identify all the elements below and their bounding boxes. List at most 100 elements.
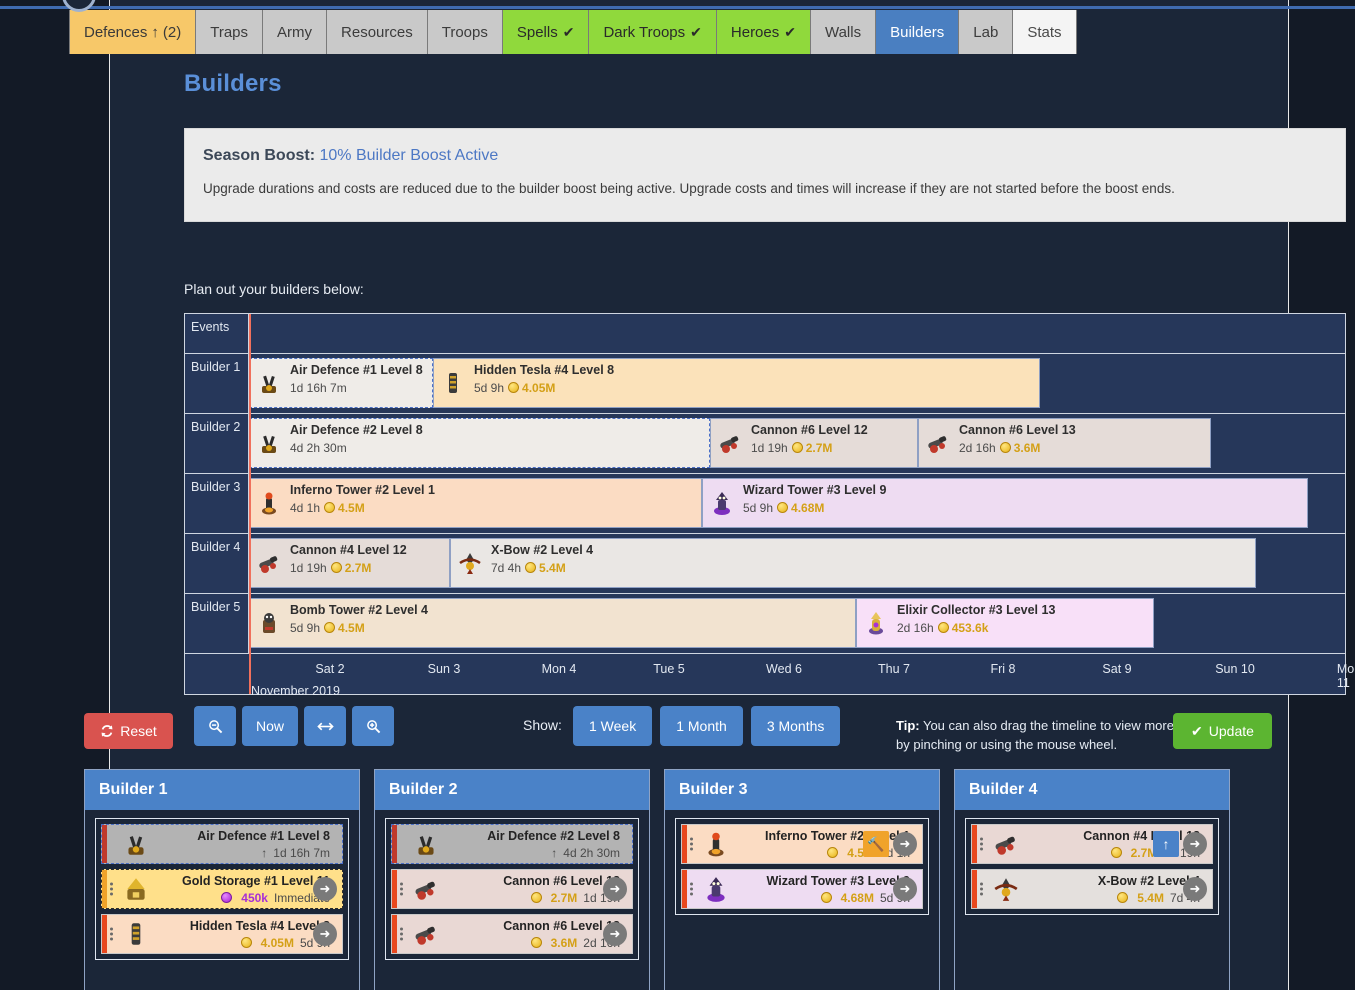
zoom-out-button[interactable] <box>194 706 236 746</box>
air-defence-icon <box>412 830 440 858</box>
check-icon: ✔ <box>562 24 575 40</box>
tab-army[interactable]: Army <box>263 10 328 54</box>
tab-resources[interactable]: Resources <box>327 10 428 54</box>
timeline-event-bar[interactable]: X-Bow #2 Level 4 7d 4h 5.4M <box>450 538 1256 588</box>
start-upgrade-button[interactable]: ➜ <box>1183 877 1207 901</box>
start-upgrade-button[interactable]: ➜ <box>603 877 627 901</box>
event-title: Bomb Tower #2 Level 4 <box>290 603 429 617</box>
event-cost: 4.68M <box>791 501 825 515</box>
tab-label: Traps <box>210 23 249 41</box>
timeline-track[interactable]: Cannon #4 Level 12 1d 19h 2.7M X-Bow #2 Lev… <box>249 534 1345 593</box>
drag-handle-icon[interactable] <box>690 882 693 896</box>
tab-troops[interactable]: Troops <box>427 10 503 54</box>
builder-task-row[interactable]: Air Defence #2 Level 8 ↑ 4d 2h 30m <box>391 824 633 864</box>
builder-task-row[interactable]: Inferno Tower #2 Level 1 4.5M 4d 1h 🔨 ➜ <box>681 824 923 864</box>
task-status-stripe <box>392 915 397 953</box>
event-duration: 4d 1h <box>290 501 321 515</box>
timeline-event-bar[interactable]: Bomb Tower #2 Level 4 5d 9h 4.5M <box>249 598 856 648</box>
event-duration: 5d 9h <box>290 621 321 635</box>
task-name: Hidden Tesla #4 Level 8 <box>189 918 330 933</box>
tab-traps[interactable]: Traps <box>196 10 264 54</box>
builder-task-row[interactable]: Air Defence #1 Level 8 ↑ 1d 16h 7m <box>101 824 343 864</box>
timeline-event-bar[interactable]: Wizard Tower #3 Level 9 5d 9h 4.68M <box>702 478 1308 528</box>
drag-handle-icon[interactable] <box>980 882 983 896</box>
event-duration: 5d 9h <box>474 381 505 395</box>
axis-month-label: November 2019 <box>251 684 340 698</box>
timeline-track[interactable]: Bomb Tower #2 Level 4 5d 9h 4.5M Elixir Col… <box>249 594 1345 653</box>
reset-button[interactable]: Reset <box>84 713 173 749</box>
cannon-icon <box>412 920 440 948</box>
tab-builders[interactable]: Builders <box>876 10 960 54</box>
timeline-builder-row: Builder 4 Cannon #4 Level 12 1d 19h 2.7M X-B… <box>185 534 1345 594</box>
builder-timeline[interactable]: Events Builder 1 Air Defence #1 Level 8 1d … <box>184 313 1355 698</box>
axis-tick-label: Sun 3 <box>427 662 461 676</box>
refresh-icon <box>101 725 113 737</box>
start-upgrade-button[interactable]: ➜ <box>1183 832 1207 856</box>
zoom-in-button[interactable] <box>352 706 394 746</box>
drag-handle-icon[interactable] <box>690 837 693 851</box>
builder-task-row[interactable]: Cannon #4 Level 12 2.7M 1d 19h ↑ ➜ <box>971 824 1213 864</box>
timeline-event-bar[interactable]: Hidden Tesla #4 Level 8 5d 9h 4.05M <box>433 358 1040 408</box>
fit-button[interactable] <box>304 706 346 746</box>
tab-walls[interactable]: Walls <box>810 10 877 54</box>
hammer-icon-button[interactable]: 🔨 <box>863 831 889 857</box>
fit-icon <box>316 722 334 730</box>
timeline-event-bar[interactable]: Elixir Collector #3 Level 13 2d 16h 453.6k <box>856 598 1154 648</box>
drag-handle-icon[interactable] <box>110 882 113 896</box>
start-upgrade-button[interactable]: ➜ <box>313 922 337 946</box>
drag-handle-icon[interactable] <box>400 927 403 941</box>
timeline-event-bar[interactable]: Air Defence #2 Level 8 4d 2h 30m <box>249 418 710 468</box>
events-row-track[interactable] <box>249 314 1345 353</box>
tab-spells[interactable]: Spells ✔ <box>502 10 590 54</box>
builder-task-row[interactable]: Cannon #6 Level 12 2.7M 1d 19h ➜ <box>391 869 633 909</box>
gold-coin-icon <box>240 937 252 948</box>
timeline-event-bar[interactable]: Cannon #6 Level 12 1d 19h 2.7M <box>710 418 918 468</box>
builder-task-row[interactable]: Hidden Tesla #4 Level 8 4.05M 5d 9h ➜ <box>101 914 343 954</box>
builder-task-row[interactable]: X-Bow #2 Level 4 5.4M 7d 4h ➜ <box>971 869 1213 909</box>
update-button[interactable]: ✔ Update <box>1173 713 1272 749</box>
timeline-event-bar[interactable]: Cannon #6 Level 13 2d 16h 3.6M <box>918 418 1211 468</box>
arrow-up-icon: ↑ <box>261 845 268 860</box>
builder-card: Builder 2 Air Defence #2 Level 8 ↑ 4d 2h 30… <box>374 769 650 990</box>
builder-task-row[interactable]: Wizard Tower #3 Level 9 4.68M 5d 9h ➜ <box>681 869 923 909</box>
range-button-3-months[interactable]: 3 Months <box>750 706 841 746</box>
timeline-event-bar[interactable]: Cannon #4 Level 12 1d 19h 2.7M <box>249 538 450 588</box>
now-button[interactable]: Now <box>242 706 298 746</box>
gold-coin-icon <box>999 442 1011 453</box>
timeline-track[interactable]: Air Defence #2 Level 8 4d 2h 30m Cannon #6… <box>249 414 1345 473</box>
tab-label: Heroes <box>730 23 780 41</box>
axis-tick-label: Tue 5 <box>653 662 685 676</box>
builder-task-row[interactable]: Gold Storage #1 Level 11 450k Immediate ➜ <box>101 869 343 909</box>
range-button-1-month[interactable]: 1 Month <box>660 706 743 746</box>
drag-handle-icon[interactable] <box>980 837 983 851</box>
tab-defences[interactable]: Defences ↑ (2) <box>69 10 197 54</box>
range-button-1-week[interactable]: 1 Week <box>573 706 653 746</box>
tab-label: Defences <box>84 23 148 41</box>
start-upgrade-button[interactable]: ➜ <box>603 922 627 946</box>
season-boost-label: Season Boost: <box>203 147 316 164</box>
tab-dark-troops[interactable]: Dark Troops ✔ <box>589 10 717 54</box>
gold-coin-icon <box>530 892 542 903</box>
timeline-track[interactable]: Air Defence #1 Level 8 1d 16h 7m Hidden Te… <box>249 354 1345 413</box>
builder-task-list: Inferno Tower #2 Level 1 4.5M 4d 1h 🔨 ➜ Wizar… <box>675 818 929 915</box>
upgrade-arrow-button[interactable]: ↑ <box>1153 831 1179 857</box>
event-duration: 5d 9h <box>743 501 774 515</box>
start-upgrade-button[interactable]: ➜ <box>893 832 917 856</box>
event-title: Air Defence #2 Level 8 <box>290 423 423 437</box>
builder-card-body: Cannon #4 Level 12 2.7M 1d 19h ↑ ➜ X-Bow #2 L… <box>955 810 1229 925</box>
drag-handle-icon[interactable] <box>110 927 113 941</box>
timeline-event-bar[interactable]: Inferno Tower #2 Level 1 4d 1h 4.5M <box>249 478 702 528</box>
task-name: Cannon #6 Level 12 <box>503 873 620 888</box>
timeline-event-bar[interactable]: Air Defence #1 Level 8 1d 16h 7m <box>249 358 433 408</box>
tab-lab[interactable]: Lab <box>959 10 1014 54</box>
tab-stats[interactable]: Stats <box>1013 10 1077 54</box>
start-upgrade-button[interactable]: ➜ <box>313 877 337 901</box>
cannon-icon <box>717 430 743 456</box>
arrow-up-icon: ↑ <box>151 23 159 41</box>
timeline-track[interactable]: Inferno Tower #2 Level 1 4d 1h 4.5M Wizard … <box>249 474 1345 533</box>
tab-heroes[interactable]: Heroes ✔ <box>716 10 811 54</box>
task-name: Cannon #6 Level 13 <box>503 918 620 933</box>
drag-handle-icon[interactable] <box>400 882 403 896</box>
builder-task-row[interactable]: Cannon #6 Level 13 3.6M 2d 16h ➜ <box>391 914 633 954</box>
start-upgrade-button[interactable]: ➜ <box>893 877 917 901</box>
